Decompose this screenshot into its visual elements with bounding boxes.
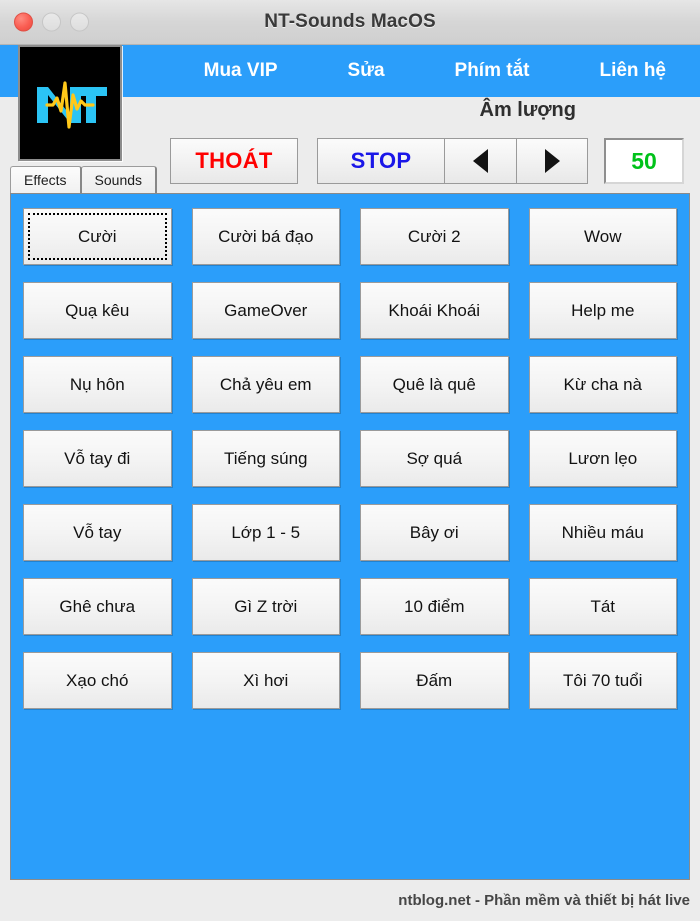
sound-button-gameover[interactable]: GameOver: [191, 282, 340, 339]
button-row: Xạo chó Xì hơi Đấm Tôi 70 tuổi: [23, 652, 677, 709]
sound-button-vo-tay[interactable]: Vỗ tay: [23, 504, 172, 561]
title-bar: NT-Sounds MacOS: [0, 0, 700, 45]
sound-button-wow[interactable]: Wow: [528, 208, 677, 265]
toolbar: Âm lượng THOÁT STOP 50: [0, 45, 700, 184]
sound-button-luon-leo[interactable]: Lươn lẹo: [528, 430, 677, 487]
sound-button-help-me[interactable]: Help me: [528, 282, 677, 339]
sound-button-vo-tay-di[interactable]: Vỗ tay đi: [23, 430, 172, 487]
content-area: Cười Cười bá đạo Cười 2 Wow Quạ kêu Game…: [0, 193, 700, 880]
close-button[interactable]: [14, 12, 33, 32]
sound-button-cuoi-2[interactable]: Cười 2: [360, 208, 509, 265]
nav-item-sua[interactable]: Sửa: [348, 60, 385, 82]
application-window: NT-Sounds MacOS Mua VIP Sửa Phím tắt Liê…: [0, 0, 700, 921]
sound-button-toi-70-tuoi[interactable]: Tôi 70 tuổi: [528, 652, 677, 709]
effects-panel: Cười Cười bá đạo Cười 2 Wow Quạ kêu Game…: [10, 193, 690, 880]
sound-button-dam[interactable]: Đấm: [360, 652, 509, 709]
window-title: NT-Sounds MacOS: [264, 11, 436, 32]
sound-button-nhieu-mau[interactable]: Nhiều máu: [528, 504, 677, 561]
button-row: Ghê chưa Gì Z trời 10 điểm Tát: [23, 578, 677, 635]
nav-menu: Mua VIP Sửa Phím tắt Liên hệ: [204, 60, 666, 82]
button-row: Quạ kêu GameOver Khoái Khoái Help me: [23, 282, 677, 339]
button-row: Cười Cười bá đạo Cười 2 Wow: [23, 208, 677, 265]
sound-button-ku-cha-na[interactable]: Kừ cha nà: [528, 356, 677, 413]
nt-waveform-icon: [27, 65, 113, 141]
window-controls: [14, 12, 89, 32]
sound-button-gi-z-troi[interactable]: Gì Z trời: [191, 578, 340, 635]
sound-button-khoai-khoai[interactable]: Khoái Khoái: [360, 282, 509, 339]
minimize-button[interactable]: [42, 12, 61, 32]
sound-button-que-la-que[interactable]: Quê là quê: [360, 356, 509, 413]
sound-button-lop-1-5[interactable]: Lớp 1 - 5: [191, 504, 340, 561]
sound-button-tieng-sung[interactable]: Tiếng súng: [191, 430, 340, 487]
app-logo-icon: [18, 45, 122, 161]
footer-credit: ntblog.net - Phần mềm và thiết bị hát li…: [398, 892, 690, 909]
maximize-button[interactable]: [70, 12, 89, 32]
tab-sounds[interactable]: Sounds: [80, 166, 158, 193]
button-row: Vỗ tay đi Tiếng súng Sợ quá Lươn lẹo: [23, 430, 677, 487]
button-row: Vỗ tay Lớp 1 - 5 Bây ơi Nhiều máu: [23, 504, 677, 561]
tab-strip: Effects Sounds: [0, 165, 700, 193]
sound-button-cuoi[interactable]: Cười: [23, 208, 172, 265]
sound-button-cha-yeu-em[interactable]: Chả yêu em: [191, 356, 340, 413]
nav-item-lien-he[interactable]: Liên hệ: [599, 60, 666, 82]
nav-item-phim-tat[interactable]: Phím tắt: [455, 60, 530, 82]
status-bar: ntblog.net - Phần mềm và thiết bị hát li…: [0, 880, 700, 921]
nav-item-mua-vip[interactable]: Mua VIP: [204, 60, 278, 82]
sound-button-xao-cho[interactable]: Xạo chó: [23, 652, 172, 709]
button-row: Nụ hôn Chả yêu em Quê là quê Kừ cha nà: [23, 356, 677, 413]
tab-effects[interactable]: Effects: [10, 166, 82, 193]
sound-button-10-diem[interactable]: 10 điểm: [360, 578, 509, 635]
sound-button-so-qua[interactable]: Sợ quá: [360, 430, 509, 487]
sound-button-cuoi-ba-dao[interactable]: Cười bá đạo: [191, 208, 340, 265]
sound-button-bay-oi[interactable]: Bây ơi: [360, 504, 509, 561]
sound-button-ghe-chua[interactable]: Ghê chưa: [23, 578, 172, 635]
sound-button-tat[interactable]: Tát: [528, 578, 677, 635]
sound-button-nu-hon[interactable]: Nụ hôn: [23, 356, 172, 413]
sound-button-xi-hoi[interactable]: Xì hơi: [191, 652, 340, 709]
sound-button-qua-keu[interactable]: Quạ kêu: [23, 282, 172, 339]
